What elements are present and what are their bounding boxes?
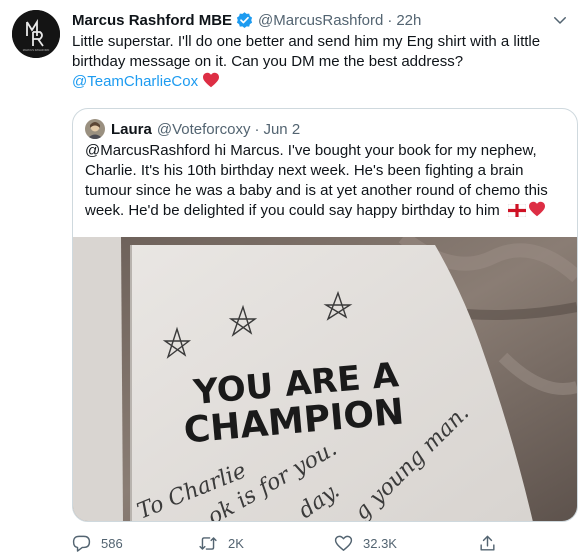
reply-count: 586 — [101, 535, 123, 551]
retweet-icon — [199, 536, 217, 550]
separator-dot: · — [387, 11, 393, 29]
quoted-text-line: Charlie. It's his 10th birthday next wee… — [85, 162, 524, 179]
quoted-author-handle: @Voteforcoxy — [156, 120, 251, 138]
red-heart-icon — [528, 201, 546, 223]
quoted-tweet-text: @MarcusRashford hi Marcus. I've bought y… — [85, 141, 575, 223]
tweet-header: Marcus Rashford MBE @MarcusRashford · 22… — [72, 10, 421, 30]
quoted-tweet[interactable]: Laura @Voteforcoxy · Jun 2 @MarcusRashfo… — [72, 108, 578, 522]
quoted-tweet-date: Jun 2 — [263, 120, 301, 138]
tweet-actions: 586 2K 32.3K — [72, 532, 572, 554]
retweet-button[interactable]: 2K — [198, 532, 244, 554]
separator-dot: · — [254, 120, 260, 138]
author-avatar[interactable]: MARCUS RASHFORD — [12, 10, 60, 58]
tweet-text-line: birthday message on it. Can you DM me th… — [72, 53, 464, 70]
avatar-caption: MARCUS RASHFORD — [23, 48, 50, 52]
quoted-author-name: Laura — [111, 120, 152, 138]
share-icon — [480, 535, 495, 551]
tweet-text: Little superstar. I'll do one better and… — [72, 32, 572, 94]
quoted-text-line: week. He'd be delighted if you could say… — [85, 202, 500, 219]
share-button[interactable] — [478, 532, 497, 554]
reply-button[interactable]: 586 — [72, 532, 123, 554]
like-button[interactable]: 32.3K — [334, 532, 397, 554]
quoted-text-line: @MarcusRashford hi Marcus. I've bought y… — [85, 142, 537, 159]
mention-link[interactable]: @TeamCharlieCox — [72, 73, 198, 90]
retweet-count: 2K — [228, 535, 244, 551]
england-flag-icon — [507, 203, 527, 223]
author-name[interactable]: Marcus Rashford MBE — [72, 12, 232, 29]
author-handle[interactable]: @MarcusRashford — [258, 12, 383, 29]
like-icon — [334, 535, 353, 551]
quoted-tweet-header: Laura @Voteforcoxy · Jun 2 — [85, 119, 300, 139]
red-heart-icon — [202, 72, 220, 94]
reply-icon — [72, 535, 91, 552]
quoted-text-line: tumour since he was a baby and is at yet… — [85, 182, 548, 199]
more-options-button[interactable] — [548, 8, 572, 32]
chevron-down-icon — [554, 17, 566, 24]
verified-badge-icon — [235, 11, 254, 30]
quoted-tweet-photo[interactable]: YOU ARE A CHAMPION To Charlie ok is for … — [73, 231, 577, 521]
like-count: 32.3K — [363, 535, 397, 551]
tweet-text-line: Little superstar. I'll do one better and… — [72, 33, 541, 50]
mr-logo-icon: MARCUS RASHFORD — [12, 10, 60, 58]
quoted-author-avatar[interactable] — [85, 119, 105, 139]
tweet-timestamp[interactable]: 22h — [396, 12, 421, 29]
